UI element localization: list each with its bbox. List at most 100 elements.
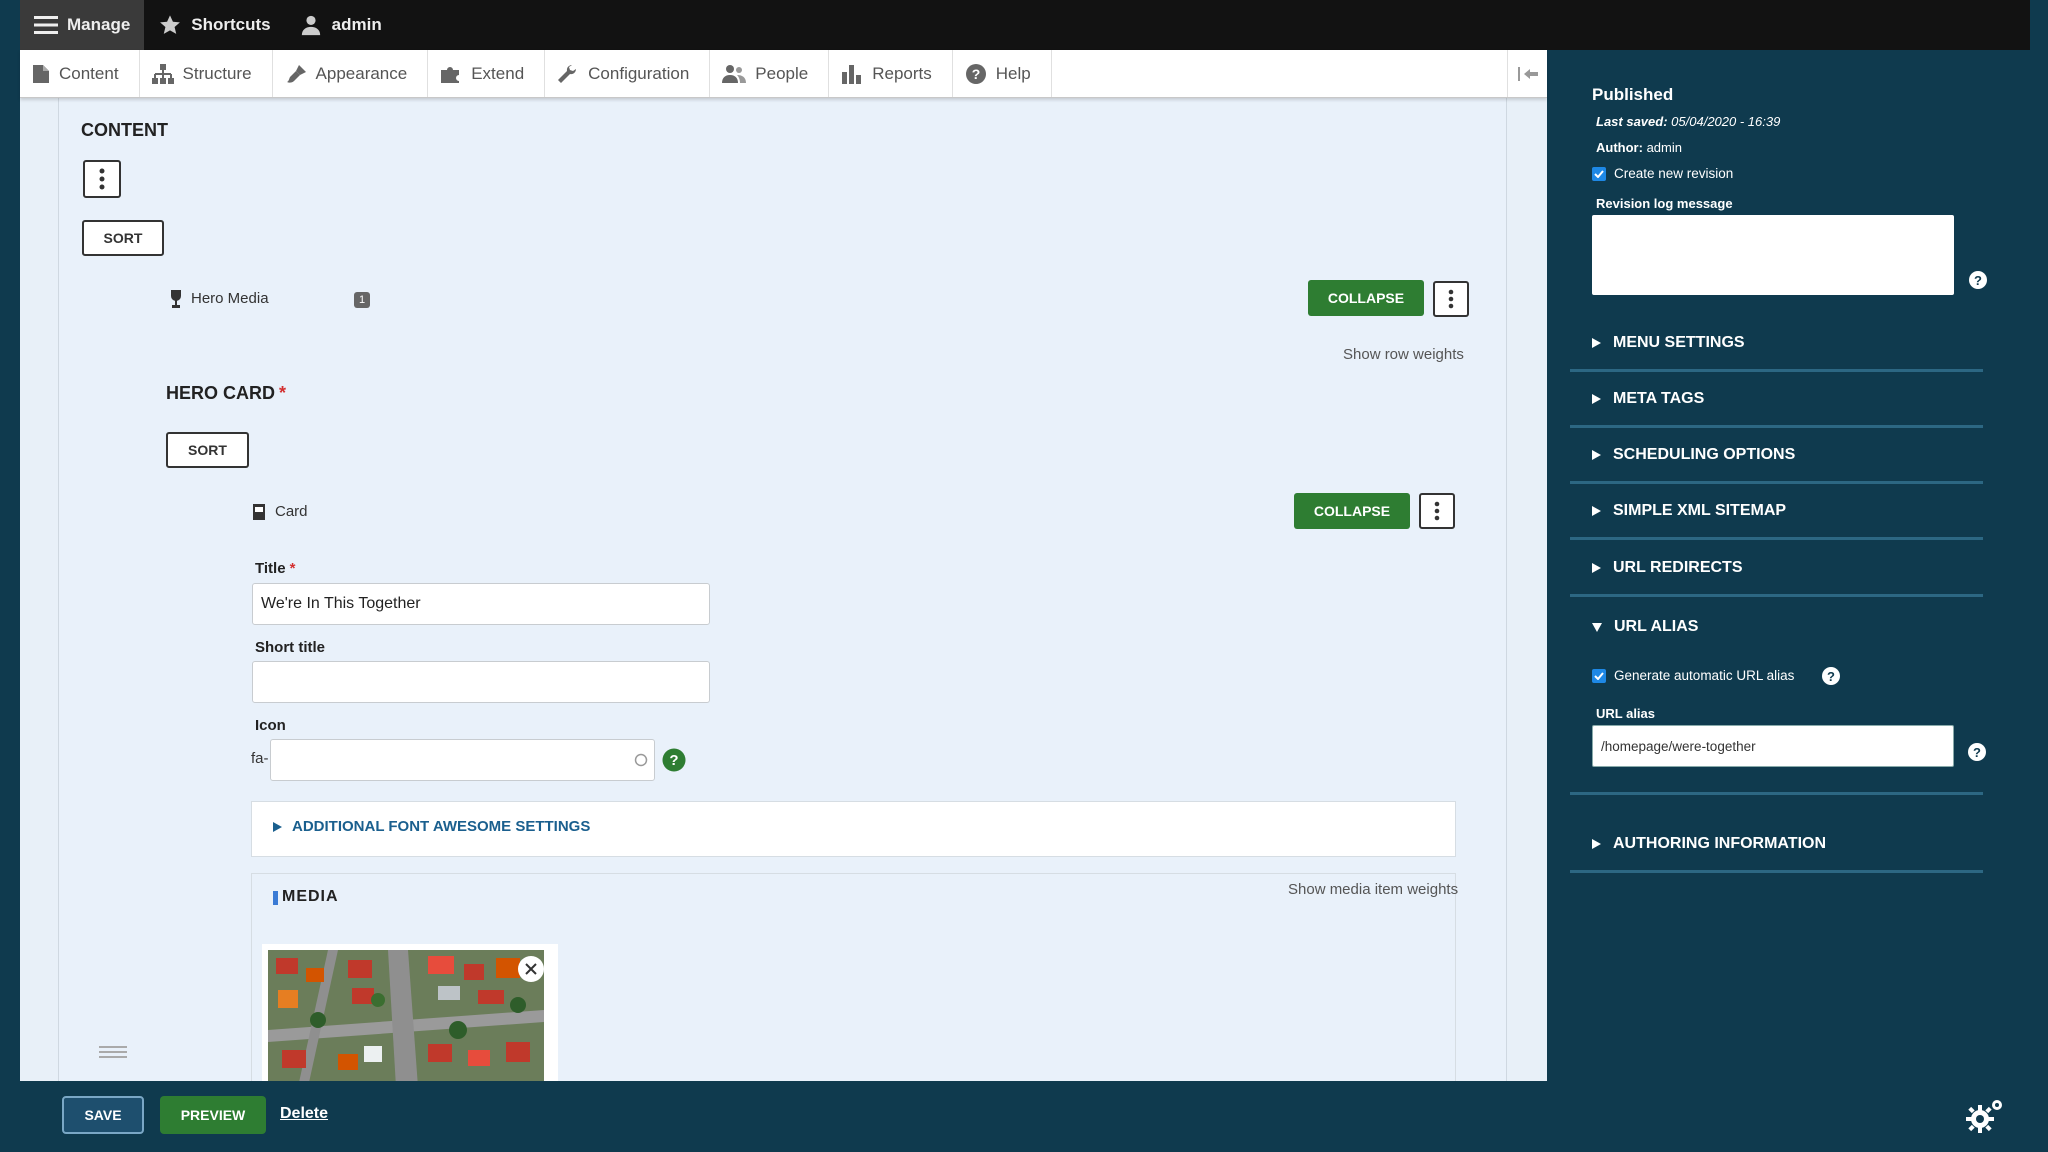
publish-status: Published: [1592, 85, 1674, 104]
card-label: Card: [275, 503, 308, 520]
font-awesome-settings-toggle[interactable]: ADDITIONAL FONT AWESOME SETTINGS: [273, 818, 590, 835]
hero-card-title-text: HERO CARD: [166, 383, 276, 403]
drag-handle-icon[interactable]: [99, 1045, 127, 1059]
revision-log-label: Revision log message: [1596, 196, 1733, 211]
svg-text:?: ?: [971, 66, 980, 82]
icon-input[interactable]: [270, 739, 655, 781]
last-saved-value: 05/04/2020 - 16:39: [1671, 114, 1781, 129]
card-actions-button[interactable]: [1419, 493, 1455, 529]
people-icon: [722, 64, 747, 83]
last-saved: Last saved: 05/04/2020 - 16:39: [1596, 114, 1780, 129]
shortcuts-button[interactable]: Shortcuts: [144, 0, 284, 50]
create-revision-label: Create new revision: [1614, 166, 1734, 181]
author-value: admin: [1646, 140, 1682, 155]
create-revision-checkbox[interactable]: Create new revision: [1592, 166, 1733, 181]
last-saved-label: Last saved:: [1596, 114, 1668, 129]
frame-right: [2030, 0, 2048, 1152]
show-media-weights-link[interactable]: Show media item weights: [1288, 881, 1458, 898]
tray-item-reports[interactable]: Reports: [829, 50, 953, 97]
short-title-input[interactable]: [252, 661, 710, 703]
tray-item-content[interactable]: Content: [20, 50, 140, 97]
triangle-right-icon: [1592, 449, 1601, 460]
meta-tags-toggle[interactable]: META TAGS: [1570, 372, 1983, 428]
paragraphs-container: CONTENT SORT Hero Media 1 COLLAPSE Show …: [58, 98, 1507, 1081]
help-icon[interactable]: ?: [1969, 271, 1987, 289]
content-sort-button[interactable]: SORT: [82, 220, 164, 256]
trophy-icon: [171, 290, 181, 308]
triangle-right-icon: [1592, 393, 1601, 404]
menu-settings-toggle[interactable]: MENU SETTINGS: [1570, 316, 1983, 372]
manage-menu-button[interactable]: Manage: [20, 0, 145, 50]
triangle-right-icon: [1592, 337, 1601, 348]
admin-toolbar: Manage Shortcuts admin: [20, 0, 2030, 50]
card-icon: [253, 504, 265, 520]
tray-item-label: Help: [995, 63, 1031, 83]
hero-media-collapse-button[interactable]: COLLAPSE: [1308, 280, 1424, 316]
tray-item-label: Configuration: [588, 63, 690, 83]
icon-prefix: fa-: [251, 750, 269, 767]
settings-gear-icon[interactable]: [1962, 1097, 2006, 1135]
form-actions-bar: SAVE PREVIEW Delete: [20, 1081, 2030, 1147]
user-icon: [299, 13, 323, 37]
tray-item-structure[interactable]: Structure: [140, 50, 273, 97]
tray-item-label: Structure: [182, 63, 252, 83]
delete-link[interactable]: Delete: [280, 1105, 328, 1123]
section-divider: [1570, 792, 1983, 795]
save-button[interactable]: SAVE: [62, 1096, 144, 1134]
simple-xml-sitemap-toggle[interactable]: SIMPLE XML SITEMAP: [1570, 484, 1983, 540]
remove-media-button[interactable]: [518, 956, 544, 982]
required-marker: *: [289, 560, 296, 577]
tray-item-help[interactable]: ? Help: [953, 50, 1052, 97]
url-redirects-toggle[interactable]: URL REDIRECTS: [1570, 541, 1983, 597]
generate-alias-label: Generate automatic URL alias: [1614, 668, 1795, 683]
media-item[interactable]: [262, 944, 558, 1081]
section-label: MENU SETTINGS: [1613, 333, 1745, 351]
kebab-icon: [1434, 501, 1440, 521]
card-collapse-button[interactable]: COLLAPSE: [1294, 493, 1410, 529]
manage-label: Manage: [67, 15, 131, 34]
user-menu-button[interactable]: admin: [285, 0, 396, 50]
show-row-weights-link[interactable]: Show row weights: [1343, 346, 1464, 363]
tray-orientation-toggle[interactable]: [1507, 50, 1547, 97]
preview-button[interactable]: PREVIEW: [160, 1096, 266, 1134]
triangle-right-icon: [1592, 562, 1601, 573]
help-icon[interactable]: ?: [1968, 743, 1986, 761]
revision-log-textarea[interactable]: [1592, 215, 1954, 295]
collapse-left-icon: [1517, 66, 1538, 81]
triangle-right-icon: [1592, 505, 1601, 516]
tray-item-extend[interactable]: Extend: [428, 50, 546, 97]
kebab-icon: [1448, 289, 1454, 309]
tray-item-configuration[interactable]: Configuration: [545, 50, 711, 97]
url-alias-toggle[interactable]: URL ALIAS: [1570, 599, 1983, 655]
font-awesome-settings-label: ADDITIONAL FONT AWESOME SETTINGS: [292, 818, 591, 835]
title-label-text: Title: [255, 560, 286, 577]
hero-card-sort-button[interactable]: SORT: [166, 432, 249, 468]
paintbrush-icon: [286, 64, 306, 83]
star-icon: [158, 13, 182, 37]
hero-media-actions-button[interactable]: [1433, 281, 1469, 317]
section-label: AUTHORING INFORMATION: [1613, 834, 1827, 852]
hero-media-label: Hero Media: [191, 290, 269, 307]
media-title-bar: [273, 891, 278, 905]
checkbox-checked-icon: [1592, 668, 1606, 683]
required-marker: *: [279, 383, 287, 403]
author: Author: admin: [1596, 140, 1682, 155]
kebab-icon: [99, 168, 105, 190]
admin-tray: Content Structure Appearance Extend Conf…: [20, 50, 1547, 98]
section-label: META TAGS: [1613, 389, 1705, 407]
generate-alias-checkbox[interactable]: Generate automatic URL alias: [1592, 668, 1794, 683]
content-actions-menu-button[interactable]: [83, 160, 121, 198]
puzzle-icon: [441, 66, 460, 83]
user-label: admin: [331, 15, 382, 34]
tray-item-appearance[interactable]: Appearance: [273, 50, 429, 97]
help-icon[interactable]: ?: [1822, 667, 1840, 685]
autocomplete-throbber-icon: [634, 753, 648, 767]
author-label: Author:: [1596, 140, 1643, 155]
url-alias-input[interactable]: /homepage/were-together: [1592, 725, 1954, 767]
scheduling-options-toggle[interactable]: SCHEDULING OPTIONS: [1570, 428, 1983, 484]
authoring-information-toggle[interactable]: AUTHORING INFORMATION: [1570, 817, 1983, 873]
triangle-right-icon: [1592, 838, 1601, 849]
tray-item-people[interactable]: People: [710, 50, 830, 97]
help-icon[interactable]: ?: [662, 748, 686, 772]
title-input[interactable]: We're In This Together: [252, 583, 710, 625]
